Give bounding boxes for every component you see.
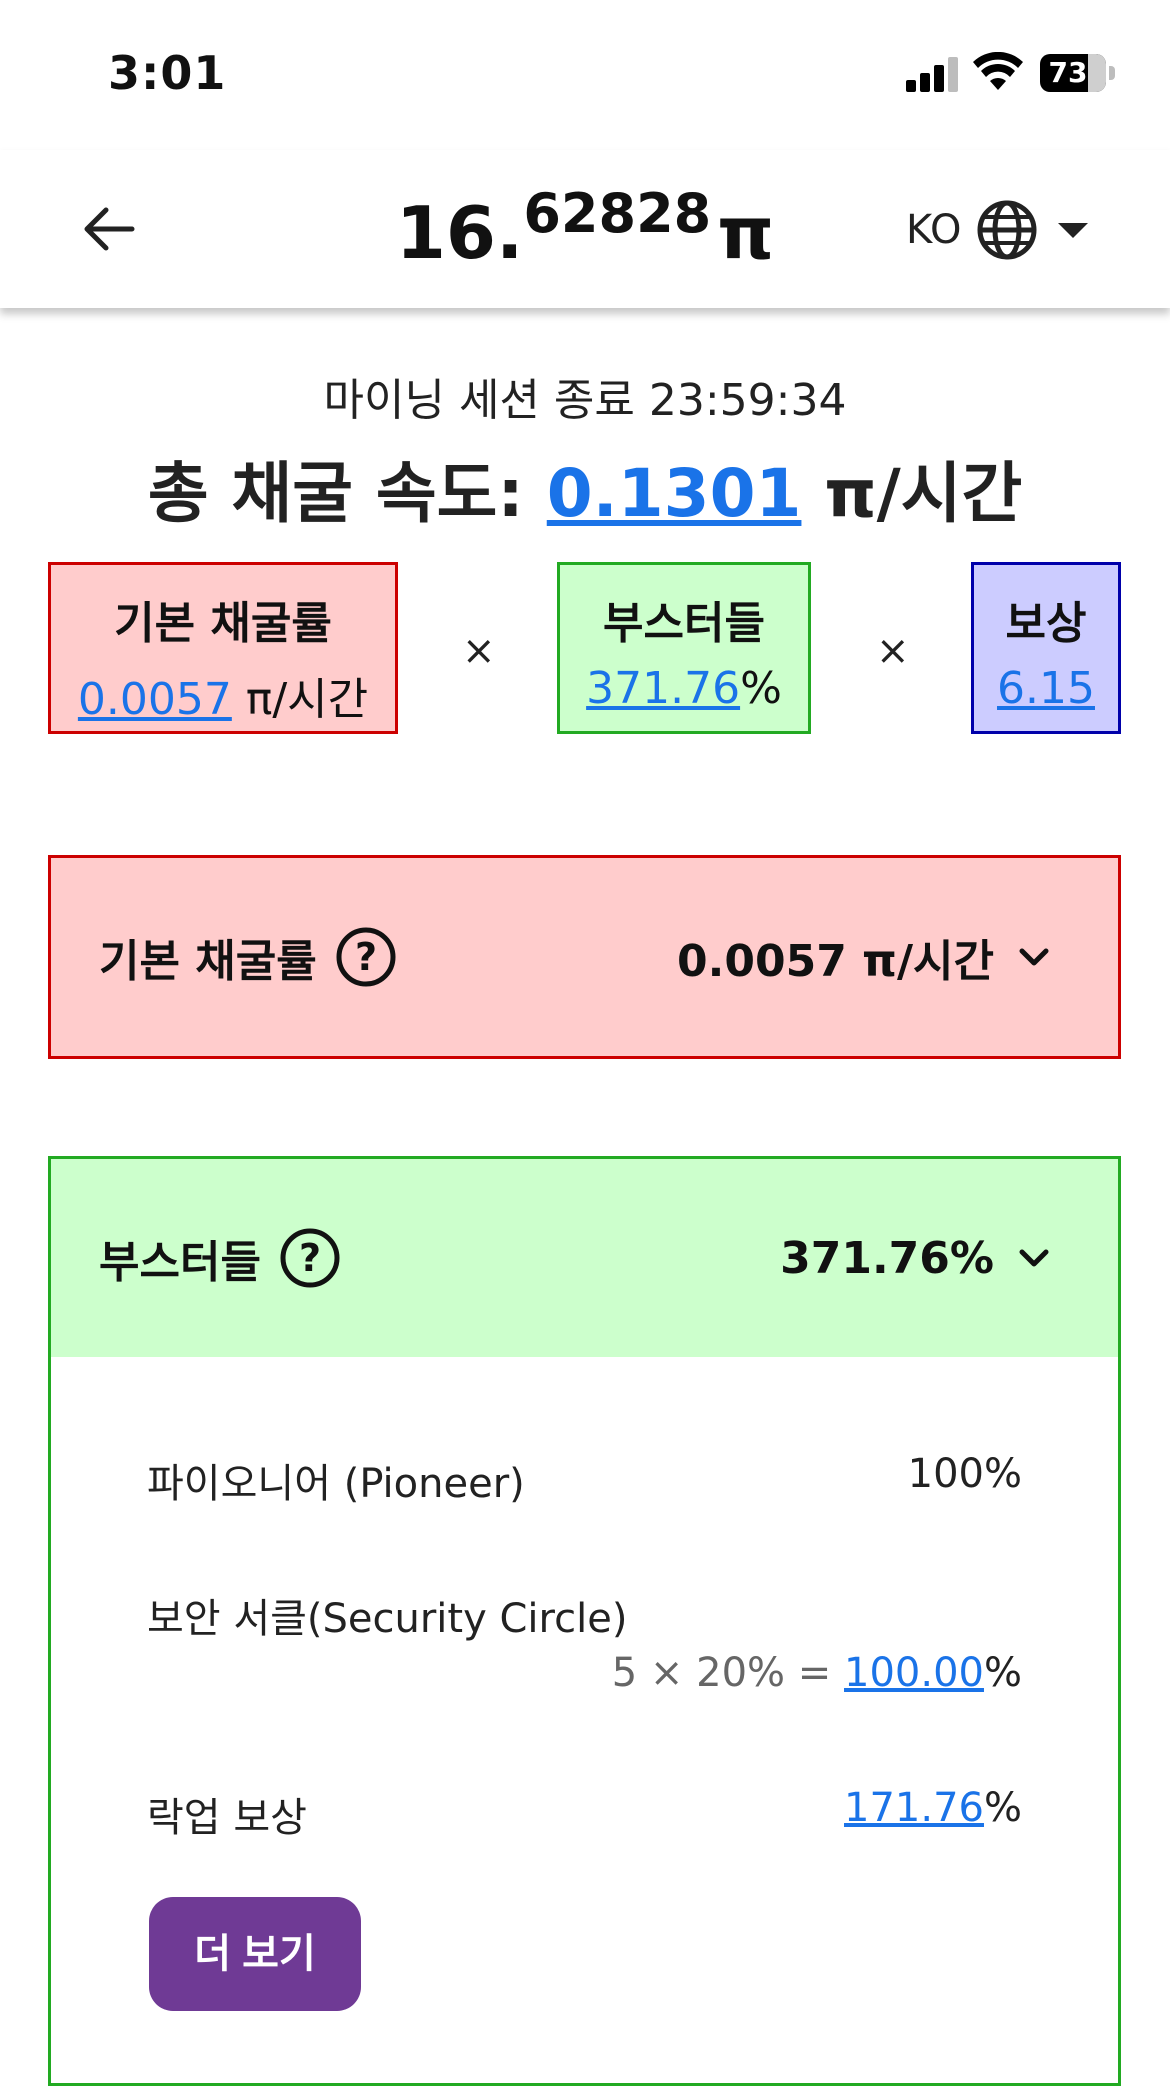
globe-icon: [977, 200, 1037, 260]
chevron-down-icon: [1019, 1249, 1049, 1267]
wifi-icon: [973, 52, 1023, 90]
boosters-unit: %: [740, 663, 782, 714]
base-rate-section-value: 0.0057 π/시간: [677, 936, 994, 987]
battery-icon: 73: [1040, 54, 1106, 92]
base-rate-title: 기본 채굴률: [114, 598, 332, 649]
boosters-header[interactable]: 부스터들 ? 371.76%: [51, 1159, 1118, 1357]
base-rate-value[interactable]: 0.0057: [78, 674, 232, 725]
chevron-down-icon: [1019, 948, 1049, 966]
reward-title: 보상: [1005, 598, 1087, 649]
battery-level: 73: [1048, 56, 1088, 89]
help-icon[interactable]: ?: [279, 1227, 341, 1289]
booster-name: 파이오니어 (Pioneer): [147, 1461, 525, 1507]
booster-value: 100%: [907, 1451, 1022, 1497]
base-rate-unit: π/시간: [245, 674, 369, 725]
multiply-sign: ×: [462, 628, 496, 674]
boosters-value[interactable]: 371.76: [586, 663, 740, 714]
status-bar: 3:01 73: [0, 0, 1170, 150]
total-rate-value[interactable]: 0.1301: [547, 455, 802, 532]
boosters-section-value: 371.76%: [780, 1232, 994, 1284]
base-rate-box: 기본 채굴률 0.0057 π/시간: [48, 562, 398, 734]
total-rate-unit: π/시간: [824, 455, 1023, 532]
total-mining-rate: 총 채굴 속도: 0.1301 π/시간: [0, 440, 1170, 536]
session-countdown: 23:59:34: [648, 375, 847, 426]
status-time: 3:01: [108, 46, 227, 100]
signal-icon: [906, 56, 958, 92]
boosters-title: 부스터들: [603, 598, 765, 649]
total-rate-label: 총 채굴 속도:: [147, 455, 524, 532]
help-icon[interactable]: ?: [335, 926, 397, 988]
boosters-section: 부스터들 ? 371.76% 파이오니어 (Pioneer) 100% 보안 서…: [48, 1156, 1121, 2086]
language-code: KO: [906, 207, 962, 253]
booster-value[interactable]: 100.00: [844, 1650, 984, 1696]
booster-unit: %: [983, 1650, 1022, 1696]
balance-unit: π: [717, 191, 775, 275]
balance-integer: 16.: [395, 191, 524, 275]
language-selector[interactable]: KO: [906, 194, 1088, 266]
boosters-box: 부스터들 371.76%: [557, 562, 811, 734]
booster-calc: 5 × 20% = 100.00%: [612, 1650, 1022, 1696]
reward-box: 보상 6.15: [971, 562, 1121, 734]
caret-down-icon: [1057, 222, 1088, 238]
app-header: 16.62828π KO: [0, 150, 1170, 308]
booster-unit: %: [983, 1785, 1022, 1831]
multiply-sign: ×: [876, 628, 910, 674]
booster-value[interactable]: 171.76: [844, 1785, 984, 1831]
base-rate-section-title: 기본 채굴률: [99, 936, 317, 987]
reward-value[interactable]: 6.15: [997, 663, 1095, 714]
base-rate-section[interactable]: 기본 채굴률 ? 0.0057 π/시간: [48, 855, 1121, 1059]
boosters-section-title: 부스터들: [99, 1237, 261, 1288]
booster-name: 락업 보상: [147, 1795, 307, 1841]
battery-tip: [1109, 66, 1115, 80]
session-info: 마이닝 세션 종료 23:59:34: [0, 364, 1170, 428]
more-button[interactable]: 더 보기: [149, 1897, 361, 2011]
balance-fraction: 62828: [523, 182, 712, 245]
svg-text:?: ?: [299, 1236, 321, 1280]
booster-name: 보안 서클(Security Circle): [147, 1596, 628, 1642]
base-rate-header[interactable]: 기본 채굴률 ? 0.0057 π/시간: [51, 858, 1118, 1056]
security-circle-calc: 5 × 20% =: [611, 1650, 845, 1696]
session-label: 마이닝 세션 종료: [323, 375, 635, 426]
svg-text:?: ?: [355, 935, 377, 979]
